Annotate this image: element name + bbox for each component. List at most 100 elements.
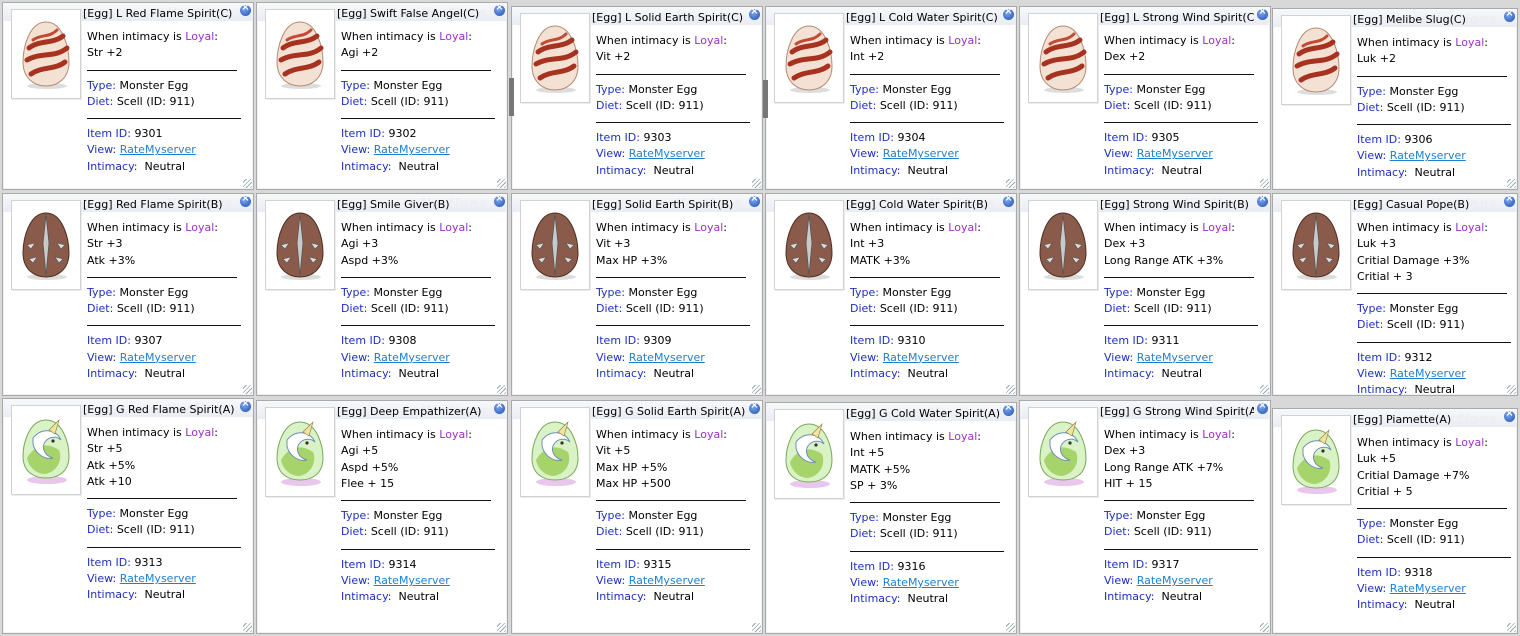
intimacy-row: Intimacy: Neutral — [596, 367, 695, 381]
ratemyserver-link[interactable]: RateMyserver — [1390, 582, 1466, 595]
item-tooltip-window[interactable]: collections[Egg] L Cold Water Spirit(C)W… — [765, 6, 1017, 190]
item-tooltip-window[interactable]: collections[Egg] G Cold Water Spirit(A)W… — [765, 402, 1017, 634]
diet-row: Diet: Scell (ID: 911) — [850, 98, 958, 112]
ratemyserver-link[interactable]: RateMyserver — [1390, 149, 1466, 162]
resize-handle[interactable] — [1260, 385, 1269, 394]
item-title: [Egg] Solid Earth Spirit(B) — [592, 198, 734, 211]
close-icon[interactable] — [749, 401, 760, 414]
close-icon[interactable] — [494, 401, 505, 414]
ratemyserver-link[interactable]: RateMyserver — [883, 576, 959, 589]
item-tooltip-window[interactable]: collections [Egg] L Solid Earth Spirit(C)… — [511, 6, 763, 190]
close-icon[interactable] — [1257, 401, 1268, 414]
item-tooltip-window[interactable]: collections[Egg] Red Flame Spirit(B)When… — [2, 193, 254, 396]
close-icon[interactable] — [1003, 403, 1014, 416]
ratemyserver-link[interactable]: RateMyserver — [883, 351, 959, 364]
resize-handle[interactable] — [752, 179, 761, 188]
ratemyserver-link[interactable]: RateMyserver — [1137, 351, 1213, 364]
type-row: Type: Monster Egg — [850, 82, 952, 96]
item-description: When intimacy is Loyal: Dex +3 Long Range … — [1104, 220, 1260, 382]
unicorn-egg-icon — [1282, 424, 1350, 496]
item-id-row: Item ID: 9308 — [341, 334, 417, 348]
close-icon[interactable] — [494, 194, 505, 207]
ratemyserver-link[interactable]: RateMyserver — [629, 574, 705, 587]
item-tooltip-window[interactable]: collections[Egg] Solid Earth Spirit(B)Wh… — [511, 193, 763, 396]
loyal-keyword: Loyal — [185, 221, 215, 234]
item-tooltip-window[interactable]: collections[Egg] Piamette(A)When intimac… — [1272, 408, 1518, 634]
effect-line: Luk +3 — [1357, 237, 1396, 251]
resize-handle[interactable] — [752, 385, 761, 394]
diet-row: Diet: Scell (ID: 911) — [1104, 525, 1212, 539]
close-icon[interactable] — [1504, 194, 1515, 207]
resize-handle[interactable] — [1260, 623, 1269, 632]
ratemyserver-link[interactable]: RateMyserver — [629, 351, 705, 364]
resize-handle[interactable] — [1507, 179, 1516, 188]
resize-handle[interactable] — [1507, 385, 1516, 394]
resize-handle[interactable] — [1507, 623, 1516, 632]
divider — [87, 118, 241, 120]
ratemyserver-link[interactable]: RateMyserver — [1390, 367, 1466, 380]
resize-handle[interactable] — [497, 385, 506, 394]
item-tooltip-window[interactable]: collections [Egg] G Strong Wind Spirit(A)… — [1019, 400, 1271, 634]
item-tooltip-window[interactable]: collections[Egg] L Red Flame Spirit(C)Wh… — [2, 2, 254, 190]
divider — [596, 325, 750, 327]
close-icon[interactable] — [1003, 7, 1014, 20]
ratemyserver-link[interactable]: RateMyserver — [1137, 574, 1213, 587]
item-image-frame — [520, 13, 590, 103]
resize-handle[interactable] — [1260, 179, 1269, 188]
loyal-keyword: Loyal — [1202, 428, 1232, 441]
close-icon[interactable] — [749, 7, 760, 20]
item-tooltip-window[interactable]: collections[Egg] G Red Flame Spirit(A)Wh… — [2, 398, 254, 634]
resize-handle[interactable] — [1006, 385, 1015, 394]
loyal-keyword: Loyal — [439, 30, 469, 43]
close-icon[interactable] — [1504, 409, 1515, 422]
resize-handle[interactable] — [1006, 179, 1015, 188]
ratemyserver-link[interactable]: RateMyserver — [120, 143, 196, 156]
intimacy-condition: When intimacy is Loyal: — [341, 428, 472, 441]
resize-handle[interactable] — [497, 179, 506, 188]
item-tooltip-window[interactable]: collections [Egg] L Strong Wind Spirit(C)… — [1019, 6, 1271, 190]
item-tooltip-window[interactable]: collections[Egg] Casual Pope(B)When inti… — [1272, 193, 1518, 396]
resize-handle[interactable] — [243, 385, 252, 394]
divider — [596, 122, 750, 124]
resize-handle[interactable] — [752, 623, 761, 632]
item-tooltip-window[interactable]: collections[Egg] Strong Wind Spirit(B)Wh… — [1019, 193, 1271, 396]
close-icon[interactable] — [240, 399, 251, 412]
intimacy-condition: When intimacy is Loyal: — [596, 428, 727, 441]
ratemyserver-link[interactable]: RateMyserver — [374, 351, 450, 364]
item-tooltip-window[interactable]: collections[Egg] Swift False Angel(C)Whe… — [256, 2, 508, 190]
close-icon[interactable] — [1257, 194, 1268, 207]
item-tooltip-window[interactable]: collections[Egg] Cold Water Spirit(B)Whe… — [765, 193, 1017, 396]
ratemyserver-link[interactable]: RateMyserver — [629, 147, 705, 160]
item-tooltip-window[interactable]: collections[Egg] Deep Empathizer(A)When … — [256, 400, 508, 634]
effect-line: Critial + 3 — [1357, 269, 1413, 283]
close-icon[interactable] — [240, 194, 251, 207]
ratemyserver-link[interactable]: RateMyserver — [1137, 147, 1213, 160]
close-icon[interactable] — [1003, 194, 1014, 207]
resize-handle[interactable] — [243, 623, 252, 632]
item-tooltip-window[interactable]: collections [Egg] G Solid Earth Spirit(A)… — [511, 400, 763, 634]
intimacy-row: Intimacy: Neutral — [341, 367, 440, 381]
ratemyserver-link[interactable]: RateMyserver — [374, 143, 450, 156]
item-tooltip-grid: collections[Egg] L Red Flame Spirit(C)Wh… — [0, 0, 1520, 636]
resize-handle[interactable] — [243, 179, 252, 188]
resize-handle[interactable] — [497, 623, 506, 632]
item-tooltip-window[interactable]: collections[Egg] Melibe Slug(C)When inti… — [1272, 8, 1518, 190]
effect-line: HIT + 15 — [1104, 476, 1153, 490]
close-icon[interactable] — [1504, 9, 1515, 22]
item-tooltip-window[interactable]: collections[Egg] Smile Giver(B)When inti… — [256, 193, 508, 396]
window-scroll-grip[interactable] — [509, 78, 514, 116]
ratemyserver-link[interactable]: RateMyserver — [120, 572, 196, 585]
close-icon[interactable] — [1257, 7, 1268, 20]
effect-line: Aspd +5% — [341, 460, 399, 474]
unicorn-egg-icon — [266, 416, 334, 488]
ratemyserver-link[interactable]: RateMyserver — [883, 147, 959, 160]
close-icon[interactable] — [494, 3, 505, 16]
item-title: [Egg] G Solid Earth Spirit(A) — [592, 405, 746, 418]
close-icon[interactable] — [240, 3, 251, 16]
ratemyserver-link[interactable]: RateMyserver — [374, 574, 450, 587]
close-icon[interactable] — [749, 194, 760, 207]
type-row: Type: Monster Egg — [596, 509, 698, 523]
window-scroll-grip[interactable] — [763, 80, 768, 118]
ratemyserver-link[interactable]: RateMyserver — [120, 351, 196, 364]
resize-handle[interactable] — [1006, 623, 1015, 632]
